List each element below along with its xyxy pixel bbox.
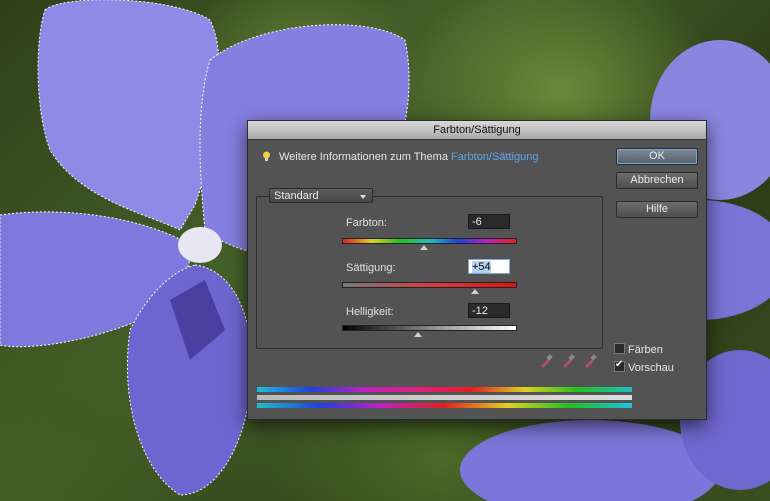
hue-slider-thumb[interactable] [420,245,428,250]
hue-label: Farbton: [346,217,387,229]
saturation-value-input[interactable]: +54 [468,259,510,274]
lightness-slider-thumb[interactable] [414,332,422,337]
lightbulb-icon [263,151,270,161]
preview-checkbox-box[interactable] [614,359,625,372]
output-color-bar [257,403,632,408]
input-color-bar [257,387,632,392]
cancel-button[interactable]: Abbrechen [616,172,698,189]
preview-label: Vorschau [628,362,674,374]
hue-saturation-dialog: Farbton/Sättigung Weitere Informationen … [247,120,707,420]
colorize-checkbox[interactable]: Färben [614,343,663,356]
help-button[interactable]: Hilfe [616,201,698,218]
info-link[interactable]: Farbton/Sättigung [451,151,538,163]
colorize-label: Färben [628,344,663,356]
chevron-down-icon [360,195,366,199]
lightness-label: Helligkeit: [346,306,394,318]
info-text: Weitere Informationen zum Thema [279,151,452,163]
preset-value: Standard [274,190,319,202]
eyedropper-icon[interactable] [538,353,554,369]
preview-checkbox[interactable]: Vorschau [614,359,674,374]
colorize-checkbox-box[interactable] [614,343,625,354]
preset-dropdown[interactable]: Standard [269,188,373,203]
dialog-title[interactable]: Farbton/Sättigung [248,121,706,140]
ok-button[interactable]: OK [616,148,698,165]
hue-value-input[interactable]: -6 [468,214,510,229]
middle-color-bar [257,395,632,400]
eyedropper-minus-icon[interactable] [582,353,598,369]
saturation-slider-track[interactable] [342,282,517,288]
hue-slider-track[interactable] [342,238,517,244]
lightness-value-input[interactable]: -12 [468,303,510,318]
lightness-slider-track[interactable] [342,325,517,331]
info-line: Weitere Informationen zum Thema Farbton/… [262,151,538,163]
saturation-value: +54 [472,261,491,273]
eyedropper-plus-icon[interactable] [560,353,576,369]
saturation-label: Sättigung: [346,262,396,274]
saturation-slider-thumb[interactable] [471,289,479,294]
